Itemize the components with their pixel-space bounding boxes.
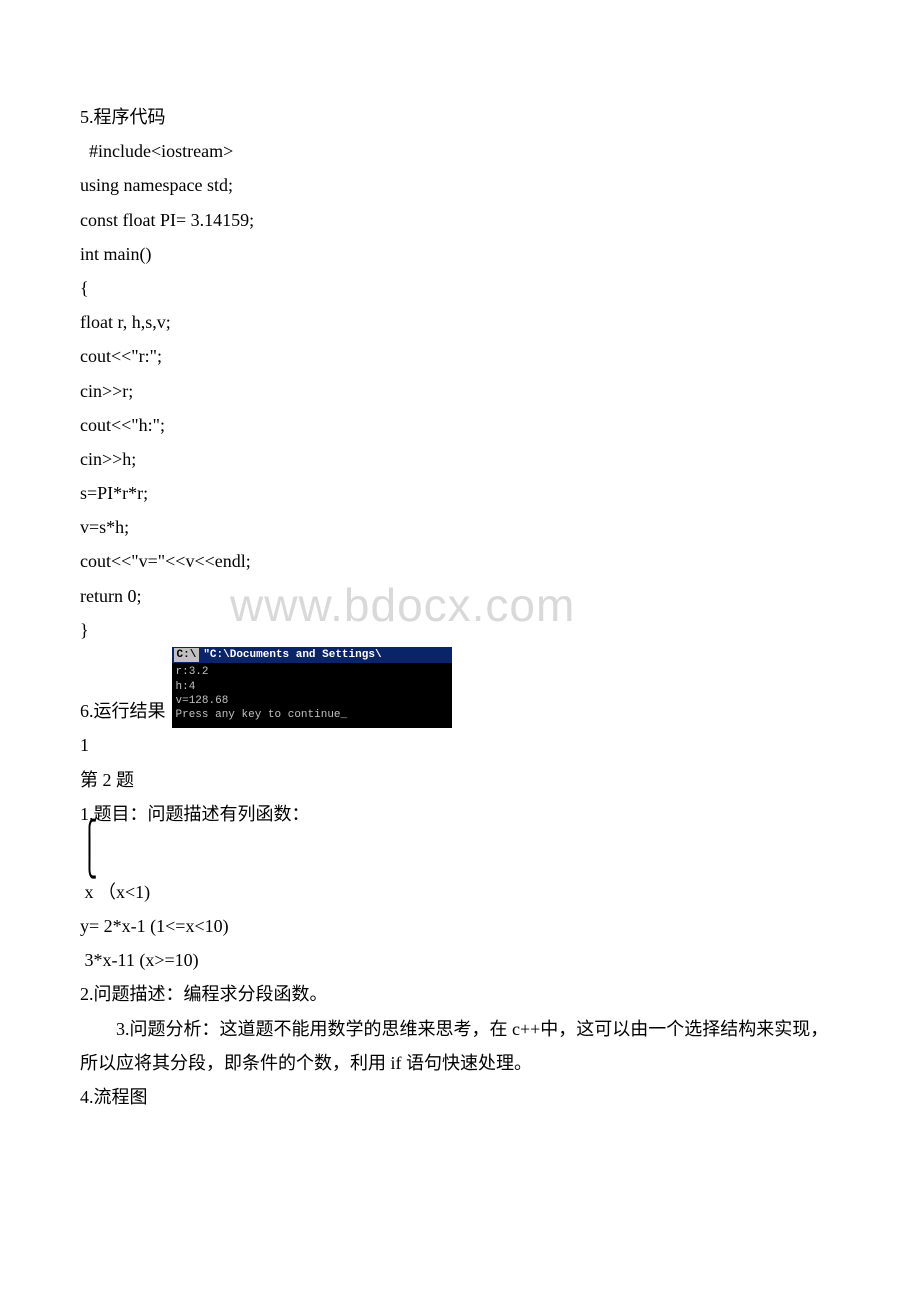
- code-line: cin>>r;: [80, 374, 840, 408]
- code-line: cout<<"r:";: [80, 339, 840, 373]
- terminal-window: C:\ "C:\Documents and Settings\ r:3.2 h:…: [172, 647, 452, 728]
- code-line: cout<<"h:";: [80, 408, 840, 442]
- code-line: const float PI= 3.14159;: [80, 203, 840, 237]
- terminal-line: r:3.2: [176, 665, 448, 679]
- q2-item2: 2.问题描述：编程求分段函数。: [80, 977, 840, 1011]
- q2-item4: 4.流程图: [80, 1080, 840, 1114]
- code-line: #include<iostream>: [80, 134, 840, 168]
- code-line: float r, h,s,v;: [80, 305, 840, 339]
- terminal-title-icon: C:\: [174, 648, 200, 662]
- q2-item1: 1.题目：问题描述有列函数：: [80, 797, 840, 831]
- section6-label: 6.运行结果: [80, 694, 166, 728]
- code-line: v=s*h;: [80, 510, 840, 544]
- code-line: int main(): [80, 237, 840, 271]
- code-line: s=PI*r*r;: [80, 476, 840, 510]
- piecewise-line: x （x<1): [80, 875, 840, 909]
- terminal-line: v=128.68: [176, 694, 448, 708]
- question2-heading: 第 2 题: [80, 763, 840, 797]
- code-line: using namespace std;: [80, 168, 840, 202]
- section5-heading: 5.程序代码: [80, 100, 840, 134]
- brace-icon: ⎧⎩: [80, 831, 840, 875]
- piecewise-line: y= 2*x-1 (1<=x<10): [80, 909, 840, 943]
- q2-item3: 3.问题分析：这道题不能用数学的思维来思考，在 c++中，这可以由一个选择结构来…: [80, 1012, 840, 1080]
- code-line: cin>>h;: [80, 442, 840, 476]
- code-line: return 0;: [80, 579, 840, 613]
- terminal-body: r:3.2 h:4 v=128.68 Press any key to cont…: [172, 663, 452, 728]
- terminal-line: h:4: [176, 680, 448, 694]
- terminal-title-text: "C:\Documents and Settings\: [203, 648, 381, 662]
- piecewise-line: 3*x-11 (x>=10): [80, 943, 840, 977]
- terminal-line: Press any key to continue_: [176, 708, 448, 722]
- code-line: }: [80, 613, 840, 647]
- terminal-titlebar: C:\ "C:\Documents and Settings\: [172, 647, 452, 663]
- code-line: cout<<"v="<<v<<endl;: [80, 544, 840, 578]
- section6-after: 1: [80, 728, 840, 762]
- code-line: {: [80, 271, 840, 305]
